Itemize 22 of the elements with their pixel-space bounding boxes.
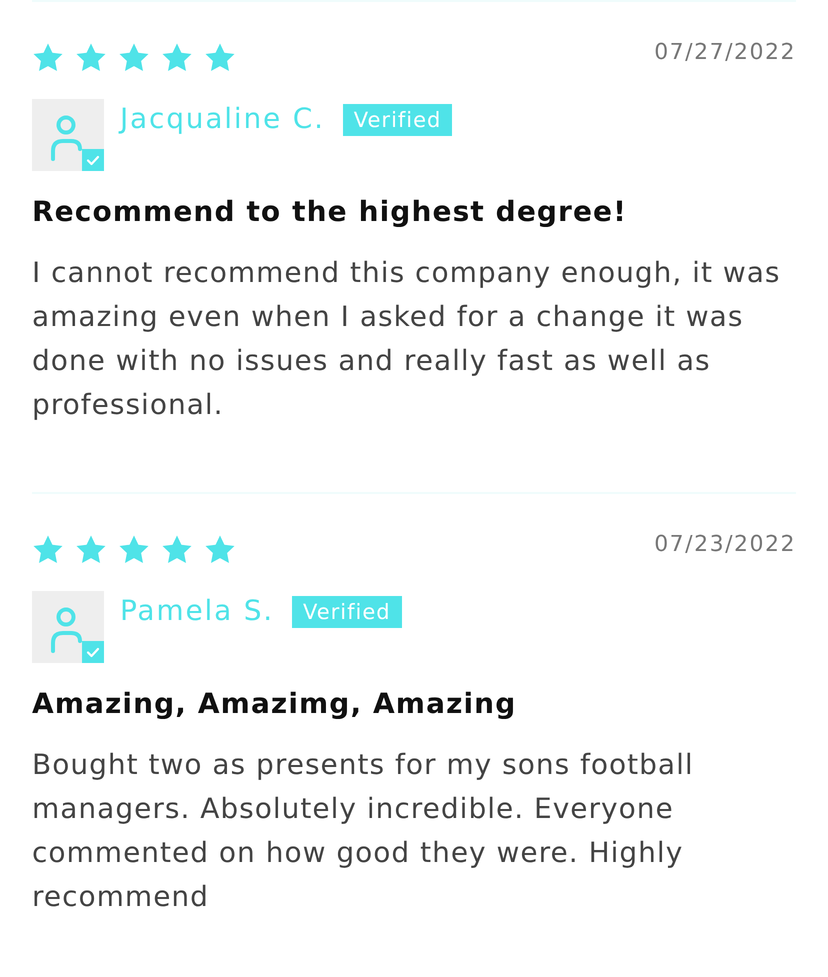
star-icon xyxy=(204,42,236,72)
verified-badge: Verified xyxy=(342,104,452,136)
star-icon xyxy=(32,42,64,72)
review-title: Amazing, Amazimg, Amazing xyxy=(32,687,518,721)
review-title: Recommend to the highest degree! xyxy=(32,195,628,229)
star-icon xyxy=(161,534,193,564)
star-icon xyxy=(75,534,107,564)
verified-badge: Verified xyxy=(292,596,402,628)
reviewer-name: Jacqualine C. xyxy=(120,101,325,137)
star-icon xyxy=(204,534,236,564)
star-icon xyxy=(75,42,107,72)
reviewer-name: Pamela S. xyxy=(120,593,274,629)
review-date: 07/23/2022 xyxy=(654,534,796,556)
review-date: 07/27/2022 xyxy=(654,42,796,64)
avatar-icon xyxy=(32,591,104,663)
review-text: Bought two as presents for my sons football managers. Absolutely incredible. Everyone commented on how good they were. Highly recommend xyxy=(32,747,695,915)
star-icon xyxy=(118,42,150,72)
star-icon xyxy=(32,534,64,564)
star-icon xyxy=(161,42,193,72)
avatar-icon xyxy=(32,99,104,171)
review-text: I cannot recommend this company enough, it was amazing even when I asked for a change it was done with no issues and really fast as well as professional. xyxy=(32,255,782,423)
star-icon xyxy=(118,534,150,564)
